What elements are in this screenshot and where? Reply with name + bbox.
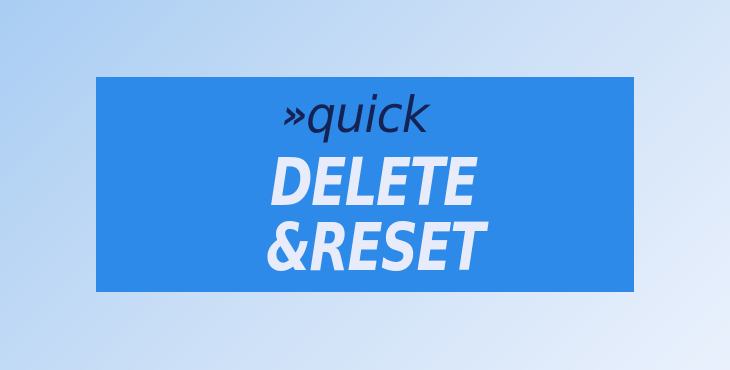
delete-line: DELETE — [270, 144, 478, 221]
double-chevron-icon: » — [277, 92, 306, 138]
quick-line: » quick — [278, 86, 435, 144]
quick-word: quick — [305, 86, 429, 144]
reset-line: &RESET — [266, 209, 485, 286]
logo-banner: » quick DELETE &RESET — [96, 77, 634, 292]
